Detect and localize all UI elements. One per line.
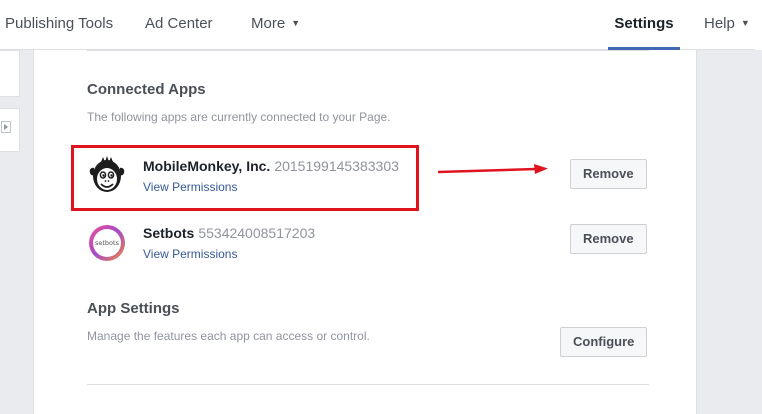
nav-label: More bbox=[251, 15, 286, 32]
app-name-text: Setbots bbox=[143, 225, 195, 241]
nav-help[interactable]: Help ▼ bbox=[704, 0, 750, 50]
scrollbar[interactable] bbox=[755, 0, 762, 50]
arrow-icon bbox=[1, 121, 11, 136]
connected-apps-description: The following apps are currently connect… bbox=[87, 110, 391, 124]
app-row-setbots: setbots Setbots 553424008517203 View Perm… bbox=[87, 217, 649, 267]
app-name: Setbots 553424008517203 bbox=[143, 225, 315, 241]
remove-button[interactable]: Remove bbox=[570, 224, 647, 254]
nav-label: Help bbox=[704, 15, 735, 32]
app-settings-title: App Settings bbox=[87, 300, 180, 317]
app-settings-description: Manage the features each app can access … bbox=[87, 329, 370, 343]
nav-publishing-tools[interactable]: Publishing Tools bbox=[5, 0, 113, 50]
view-permissions-link[interactable]: View Permissions bbox=[143, 247, 237, 261]
caret-down-icon: ▼ bbox=[291, 18, 301, 28]
connected-apps-title: Connected Apps bbox=[87, 81, 206, 98]
caret-down-icon: ▼ bbox=[740, 18, 750, 28]
configure-button[interactable]: Configure bbox=[560, 327, 648, 357]
highlight-box bbox=[71, 145, 419, 211]
nav-more[interactable]: More ▼ bbox=[251, 0, 300, 50]
settings-panel: Connected Apps The following apps are cu… bbox=[33, 50, 697, 414]
divider bbox=[87, 50, 649, 51]
remove-button[interactable]: Remove bbox=[570, 159, 647, 189]
nav-label: Ad Center bbox=[145, 15, 213, 32]
annotation-arrow-icon bbox=[437, 164, 548, 174]
sidebar-item[interactable] bbox=[0, 50, 20, 97]
top-navigation: Publishing Tools Ad Center More ▼ Setting… bbox=[0, 0, 762, 50]
divider bbox=[87, 384, 649, 385]
app-id: 553424008517203 bbox=[198, 225, 316, 241]
setbots-logo-text: setbots bbox=[95, 239, 120, 247]
nav-label: Settings bbox=[614, 15, 674, 32]
setbots-logo-icon: setbots bbox=[87, 223, 125, 261]
sidebar-item[interactable] bbox=[0, 108, 20, 152]
nav-settings[interactable]: Settings bbox=[608, 0, 680, 50]
nav-ad-center[interactable]: Ad Center bbox=[145, 0, 213, 50]
nav-label: Publishing Tools bbox=[5, 15, 114, 32]
